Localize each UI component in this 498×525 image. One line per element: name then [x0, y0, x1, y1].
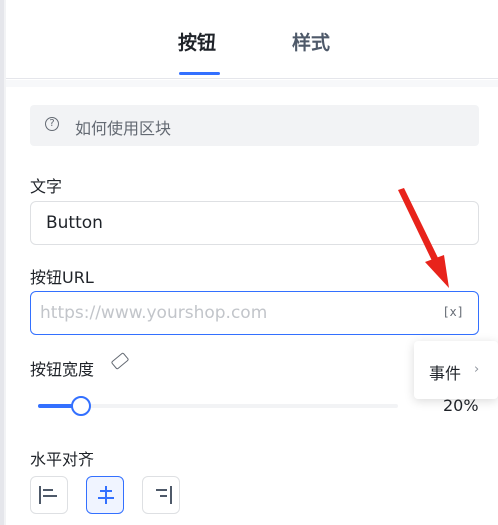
url-input-placeholder: https://www.yourshop.com: [40, 303, 268, 323]
url-input[interactable]: https://www.yourshop.com [x]: [30, 291, 479, 335]
eraser-icon[interactable]: [110, 352, 130, 370]
chevron-right-icon: ›: [474, 362, 480, 377]
event-popup-label: 事件: [429, 364, 462, 383]
text-field-label: 文字: [30, 177, 63, 196]
section-separator: [6, 80, 498, 87]
tab-bar: 按钮 样式: [6, 0, 498, 79]
align-label: 水平对齐: [30, 450, 95, 469]
align-right-button[interactable]: [142, 476, 180, 514]
width-label: 按钮宽度: [30, 360, 95, 379]
help-text: 如何使用区块: [75, 119, 172, 138]
event-popup[interactable]: 事件 ›: [414, 341, 498, 399]
active-tab-indicator: [179, 72, 220, 75]
align-center-button[interactable]: [86, 476, 124, 514]
question-circle-icon: ?: [45, 117, 59, 131]
text-input-value: Button: [46, 213, 103, 233]
variable-insert-icon[interactable]: [x]: [442, 305, 464, 319]
align-left-button[interactable]: [30, 476, 68, 514]
tab-style[interactable]: 样式: [292, 28, 330, 55]
tab-button[interactable]: 按钮: [178, 28, 216, 55]
url-field-label: 按钮URL: [30, 268, 94, 287]
help-banner[interactable]: ? 如何使用区块: [30, 105, 479, 146]
width-slider[interactable]: [38, 396, 398, 416]
width-slider-handle[interactable]: [71, 396, 92, 416]
text-input[interactable]: Button: [30, 201, 479, 245]
